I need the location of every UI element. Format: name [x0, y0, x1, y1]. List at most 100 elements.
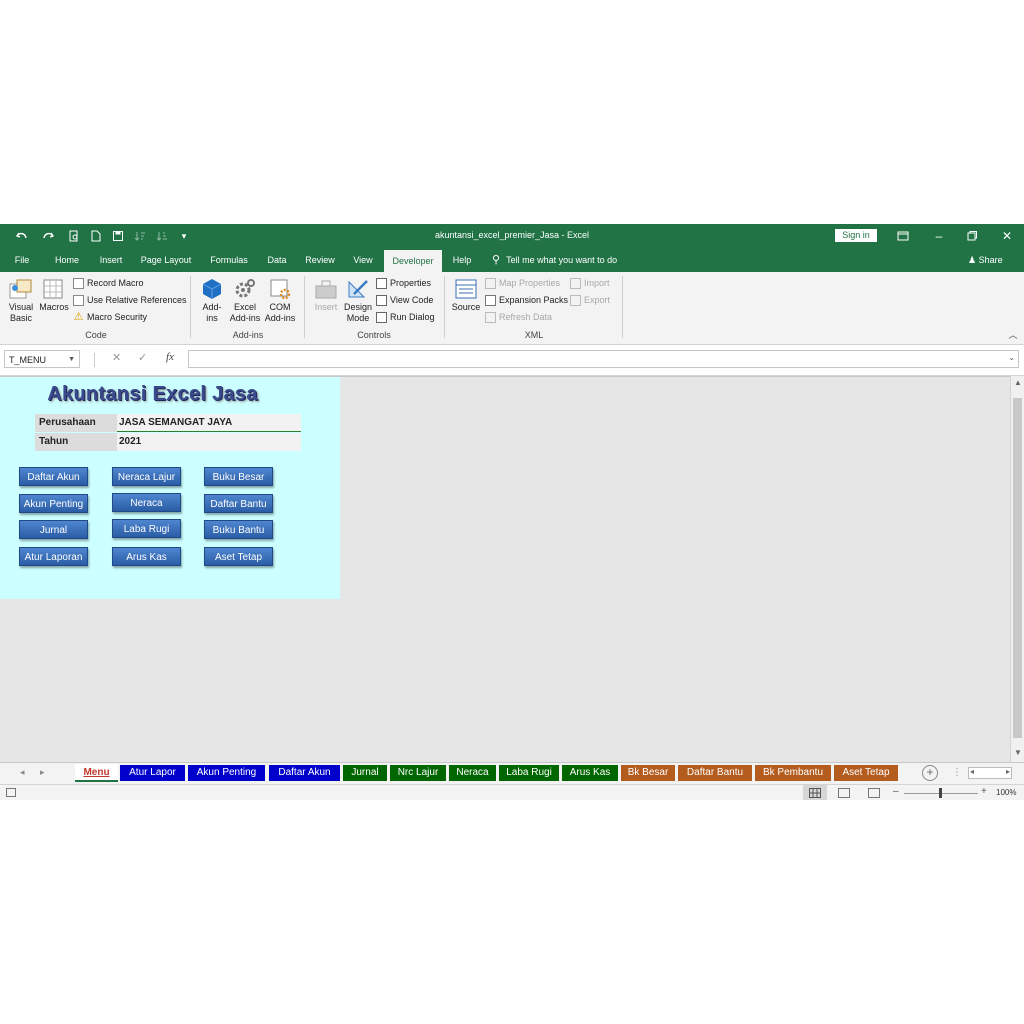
buku-besar-button[interactable]: Buku Besar	[204, 467, 273, 486]
atur-laporan-button[interactable]: Atur Laporan	[19, 547, 88, 566]
share-button[interactable]: ♟ Share	[968, 248, 1003, 272]
close-icon[interactable]: ✕	[998, 228, 1016, 244]
expand-formula-icon[interactable]: ⌄	[1008, 353, 1015, 362]
daftar-bantu-button[interactable]: Daftar Bantu	[204, 494, 273, 513]
formula-input[interactable]: ⌄	[188, 350, 1019, 368]
zoom-level[interactable]: 100%	[996, 788, 1016, 797]
scroll-right-icon[interactable]: ▸	[1006, 767, 1010, 776]
macro-recording-icon[interactable]	[6, 788, 16, 797]
design-mode-label-1: Design	[343, 302, 372, 312]
ribbon-tabs: File Home Insert Page Layout Formulas Da…	[0, 248, 1024, 272]
import-button[interactable]: Import	[570, 276, 610, 290]
sheet-tab-arus-kas[interactable]: Arus Kas	[562, 765, 618, 781]
tab-developer[interactable]: Developer	[384, 250, 442, 272]
record-macro-button[interactable]: Record Macro	[73, 276, 144, 290]
page-layout-view-icon[interactable]	[838, 788, 850, 798]
add-sheet-icon[interactable]: +	[922, 765, 938, 781]
tab-home[interactable]: Home	[50, 248, 84, 272]
refresh-data-button[interactable]: Refresh Data	[485, 310, 552, 324]
visual-basic-button[interactable]: Visual Basic	[6, 278, 36, 324]
run-dialog-button[interactable]: Run Dialog	[376, 310, 435, 324]
horizontal-scrollbar[interactable]: ◂ ▸	[968, 767, 1012, 779]
sheet-tab-jurnal[interactable]: Jurnal	[343, 765, 387, 781]
vertical-scrollbar[interactable]: ▲ ▼	[1010, 376, 1024, 762]
tab-insert[interactable]: Insert	[96, 248, 126, 272]
sheet-tab-akun-penting[interactable]: Akun Penting	[188, 765, 265, 781]
app-title: Akuntansi Excel Jasa	[47, 383, 258, 405]
confirm-entry-icon[interactable]: ✓	[138, 351, 147, 364]
akun-penting-button[interactable]: Akun Penting	[19, 494, 88, 513]
sheet-tab-atur-lapor[interactable]: Atur Lapor	[120, 765, 185, 781]
macros-button[interactable]: Macros	[38, 278, 70, 313]
sheet-tab-bk-besar[interactable]: Bk Besar	[621, 765, 675, 781]
page-break-preview-icon[interactable]	[868, 788, 880, 798]
normal-view-button[interactable]	[803, 785, 827, 800]
neraca-lajur-button[interactable]: Neraca Lajur	[112, 467, 181, 486]
map-properties-button[interactable]: Map Properties	[485, 276, 560, 290]
minimize-icon[interactable]: –	[930, 228, 948, 244]
warning-icon: ⚠	[73, 311, 84, 324]
properties-button[interactable]: Properties	[376, 276, 431, 290]
aset-tetap-button[interactable]: Aset Tetap	[204, 547, 273, 566]
scroll-thumb[interactable]	[1013, 398, 1022, 738]
sheet-tab-laba-rugi[interactable]: Laba Rugi	[499, 765, 559, 781]
previous-sheet-icon[interactable]: ◂	[20, 767, 25, 778]
laba-rugi-button[interactable]: Laba Rugi	[112, 519, 181, 538]
add-ins-button[interactable]: Add- ins	[198, 278, 226, 324]
next-sheet-icon[interactable]: ▸	[40, 767, 45, 778]
tab-review[interactable]: Review	[303, 248, 337, 272]
tab-help[interactable]: Help	[449, 248, 475, 272]
tab-file[interactable]: File	[8, 248, 36, 272]
sheet-tab-bk-pembantu[interactable]: Bk Pembantu	[755, 765, 831, 781]
daftar-akun-button[interactable]: Daftar Akun	[19, 467, 88, 486]
relative-references-button[interactable]: Use Relative References	[73, 293, 187, 307]
sheet-tab-daftar-akun[interactable]: Daftar Akun	[269, 765, 340, 781]
tab-view[interactable]: View	[350, 248, 376, 272]
sheet-tab-menu[interactable]: Menu	[75, 764, 118, 782]
tab-page-layout[interactable]: Page Layout	[138, 248, 194, 272]
run-dialog-icon	[376, 312, 387, 324]
insert-function-icon[interactable]: fx	[166, 351, 174, 363]
sheet-area[interactable]: Akuntansi Excel Jasa Perusahaan JASA SEM…	[0, 376, 1010, 763]
design-mode-button[interactable]: Design Mode	[342, 278, 374, 324]
jurnal-button[interactable]: Jurnal	[19, 520, 88, 539]
tab-formulas[interactable]: Formulas	[206, 248, 252, 272]
com-add-ins-button[interactable]: COM Add-ins	[263, 278, 297, 324]
export-icon	[570, 295, 581, 307]
zoom-out-icon[interactable]: –	[893, 786, 899, 797]
chevron-down-icon[interactable]: ▼	[68, 351, 75, 369]
ribbon-display-options-icon[interactable]	[894, 228, 912, 244]
collapse-ribbon-icon[interactable]: ︿	[1006, 330, 1020, 341]
neraca-button[interactable]: Neraca	[112, 493, 181, 512]
cancel-entry-icon[interactable]: ✕	[112, 351, 121, 364]
sheet-tab-daftar-bantu[interactable]: Daftar Bantu	[678, 765, 752, 781]
zoom-in-icon[interactable]: +	[981, 786, 987, 797]
zoom-slider-thumb[interactable]	[939, 788, 942, 798]
buku-bantu-button[interactable]: Buku Bantu	[204, 520, 273, 539]
tab-data[interactable]: Data	[263, 248, 291, 272]
source-button[interactable]: Source	[450, 278, 482, 313]
name-box[interactable]: T_MENU ▼	[4, 350, 80, 368]
scroll-left-icon[interactable]: ◂	[970, 767, 974, 776]
view-code-button[interactable]: View Code	[376, 293, 433, 307]
restore-icon[interactable]	[963, 228, 981, 244]
export-button[interactable]: Export	[570, 293, 610, 307]
sheet-tab-nrc-lajur[interactable]: Nrc Lajur	[390, 765, 446, 781]
sheet-tab-neraca[interactable]: Neraca	[449, 765, 496, 781]
insert-control-button[interactable]: Insert	[311, 278, 341, 313]
macro-security-button[interactable]: ⚠ Macro Security	[73, 310, 147, 324]
com-add-ins-label-1: COM	[269, 302, 291, 312]
scroll-down-icon[interactable]: ▼	[1013, 748, 1023, 758]
visual-basic-icon	[9, 279, 32, 299]
tell-me-search[interactable]: ⚲ Tell me what you want to do	[492, 248, 617, 272]
sheet-tab-aset-tetap[interactable]: Aset Tetap	[834, 765, 898, 781]
arus-kas-button[interactable]: Arus Kas	[112, 547, 181, 566]
sign-in-button[interactable]: Sign in	[835, 229, 877, 242]
expansion-packs-icon	[485, 295, 496, 307]
company-value: JASA SEMANGAT JAYA	[117, 414, 301, 432]
scroll-up-icon[interactable]: ▲	[1013, 378, 1023, 388]
group-separator	[622, 276, 623, 338]
expansion-packs-button[interactable]: Expansion Packs	[485, 293, 568, 307]
add-ins-icon	[202, 279, 222, 299]
excel-add-ins-button[interactable]: Excel Add-ins	[228, 278, 262, 324]
